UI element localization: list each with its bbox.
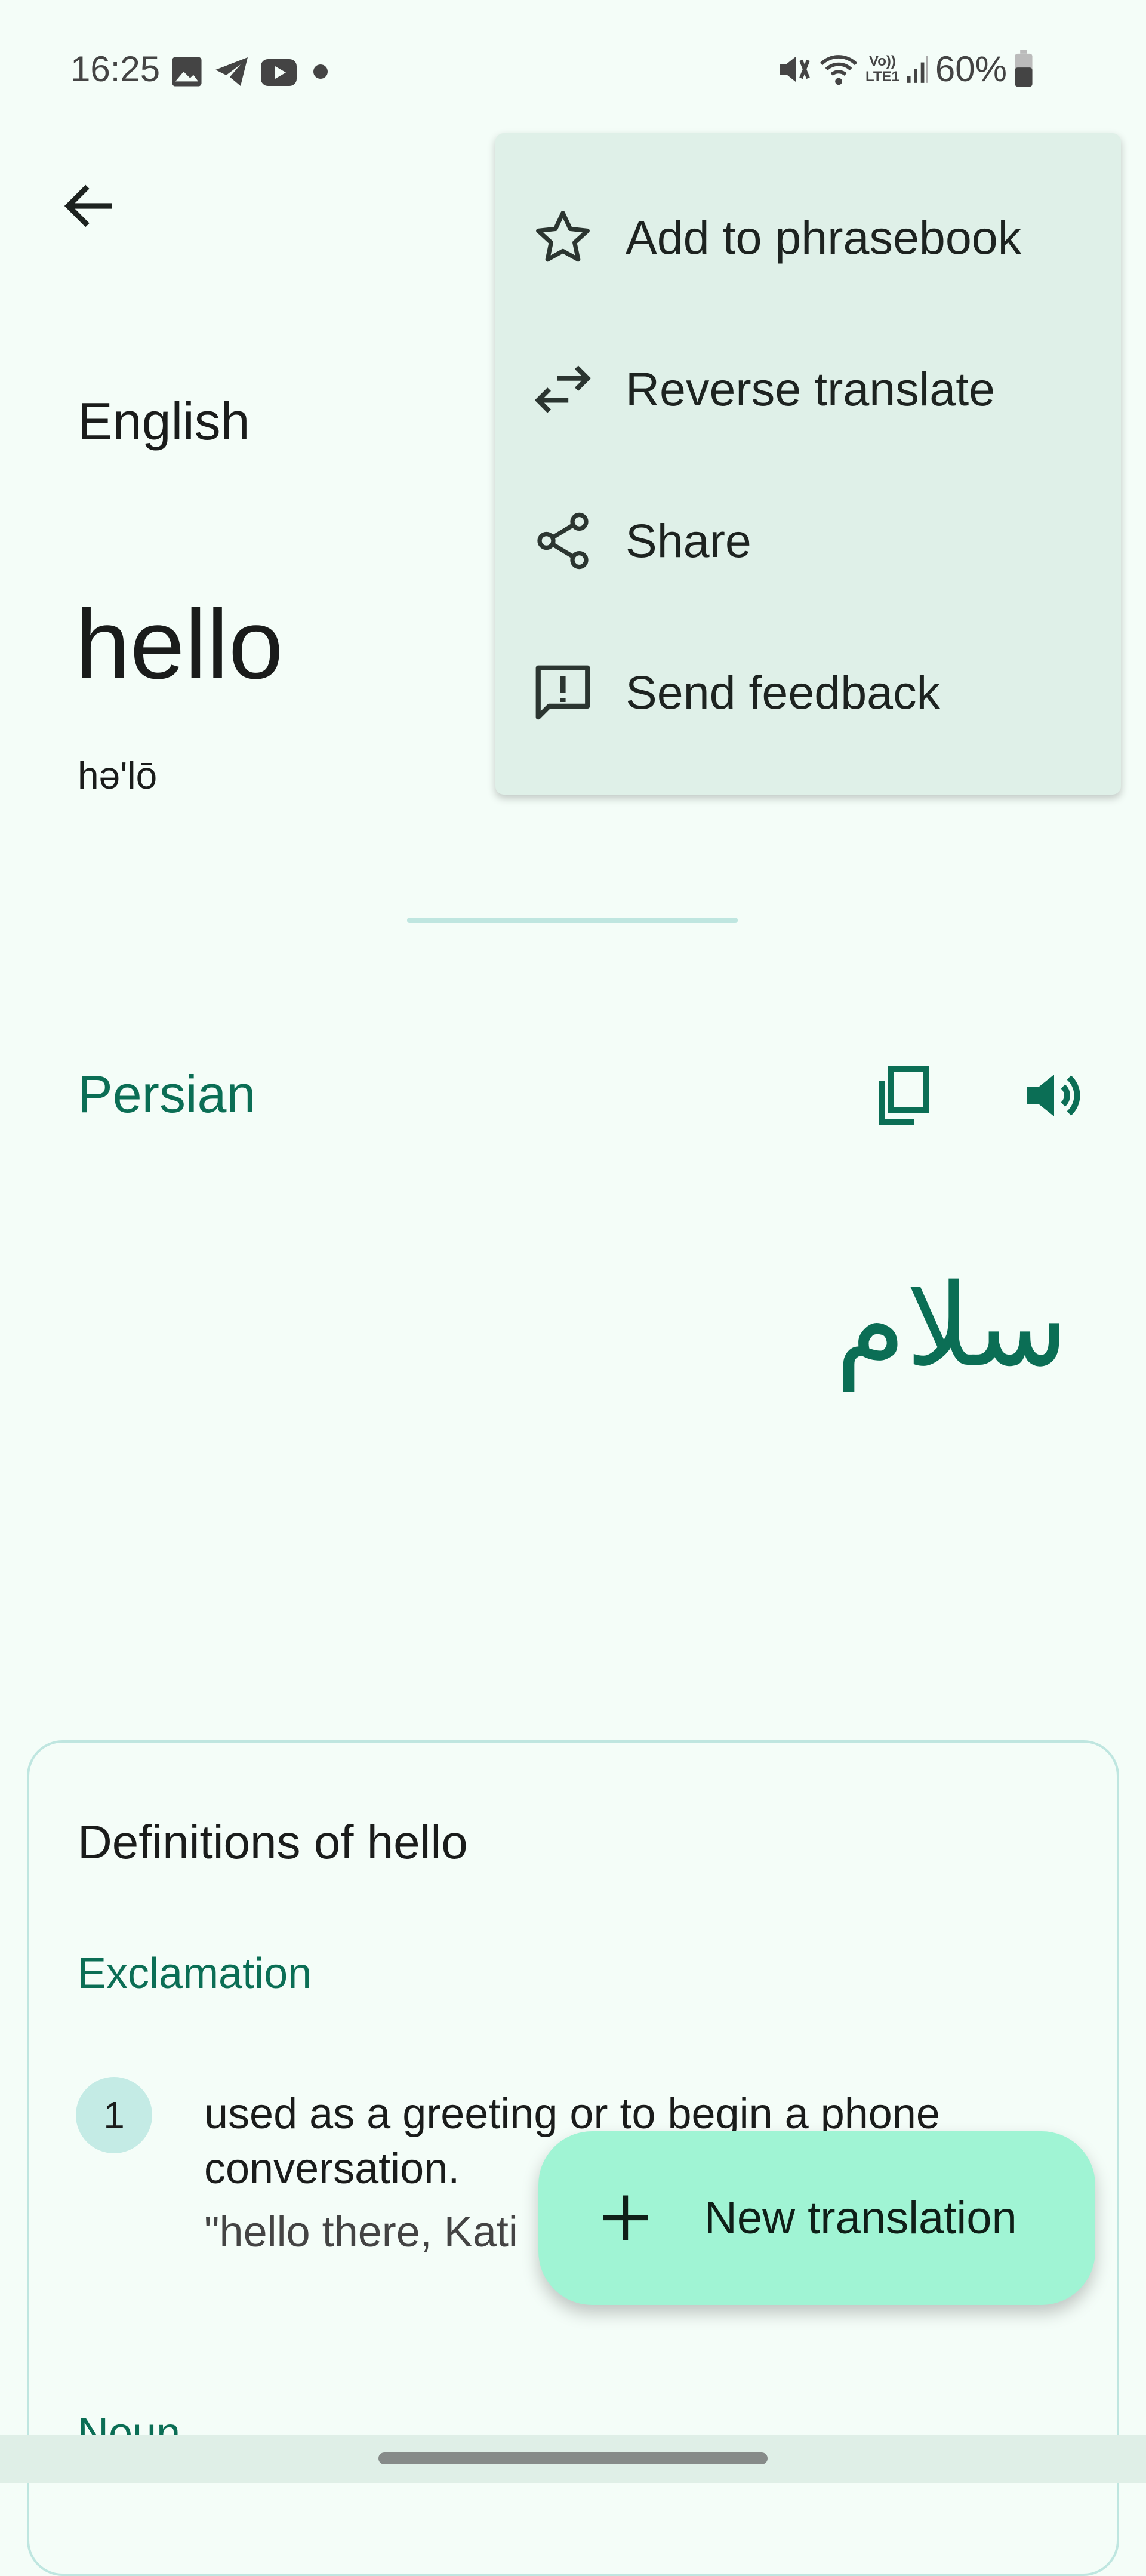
signal-icon <box>907 56 928 83</box>
target-language[interactable]: Persian <box>78 1064 255 1125</box>
divider <box>407 918 738 923</box>
clock: 16:25 <box>70 49 161 89</box>
battery-icon <box>1015 50 1033 87</box>
copy-icon[interactable] <box>867 1060 938 1131</box>
volte-top: Vo)) <box>869 53 896 69</box>
menu-item-reverse-translate[interactable]: Reverse translate <box>495 313 1121 465</box>
wifi-icon <box>820 55 858 85</box>
menu-item-add-to-phrasebook[interactable]: Add to phrasebook <box>495 162 1121 313</box>
volte-bottom: LTE1 <box>865 69 899 85</box>
image-icon <box>172 57 202 87</box>
telegram-icon <box>215 57 248 87</box>
dot-icon <box>313 64 328 79</box>
volte-icon: Vo)) LTE1 <box>865 54 899 85</box>
status-bar-left: 16:25 <box>70 48 332 91</box>
star-icon <box>536 211 590 262</box>
swap-icon <box>534 365 592 413</box>
share-icon <box>537 512 589 570</box>
menu-item-label: Share <box>626 514 751 567</box>
menu-item-label: Send feedback <box>626 666 941 719</box>
feedback-icon <box>535 665 590 720</box>
target-text: سلام <box>835 1260 1068 1392</box>
menu-item-label: Reverse translate <box>626 362 996 416</box>
menu-item-share[interactable]: Share <box>495 465 1121 617</box>
part-of-speech: Exclamation <box>78 1950 312 1998</box>
new-translation-label: New translation <box>704 2193 1017 2243</box>
definitions-title: Definitions of hello <box>78 1815 468 1869</box>
overflow-menu: Add to phrasebook Reverse translate Shar… <box>495 133 1121 795</box>
menu-item-send-feedback[interactable]: Send feedback <box>495 617 1121 768</box>
new-translation-button[interactable]: New translation <box>538 2131 1095 2305</box>
menu-item-label: Add to phrasebook <box>626 211 1022 264</box>
navigation-bar <box>0 2435 1146 2483</box>
definition-number: 1 <box>76 2077 152 2153</box>
plus-icon <box>603 2195 648 2240</box>
youtube-icon <box>261 59 297 87</box>
mute-icon <box>780 57 810 82</box>
status-bar-right: Vo)) LTE1 60% <box>776 48 1034 91</box>
source-language[interactable]: English <box>78 391 250 452</box>
battery-percent: 60% <box>935 49 1007 89</box>
pronunciation: hə'lō <box>78 754 158 797</box>
source-text: hello <box>75 589 284 699</box>
home-handle[interactable] <box>378 2452 768 2464</box>
speaker-icon[interactable] <box>1018 1060 1090 1131</box>
arrow-left-icon[interactable] <box>57 173 123 239</box>
